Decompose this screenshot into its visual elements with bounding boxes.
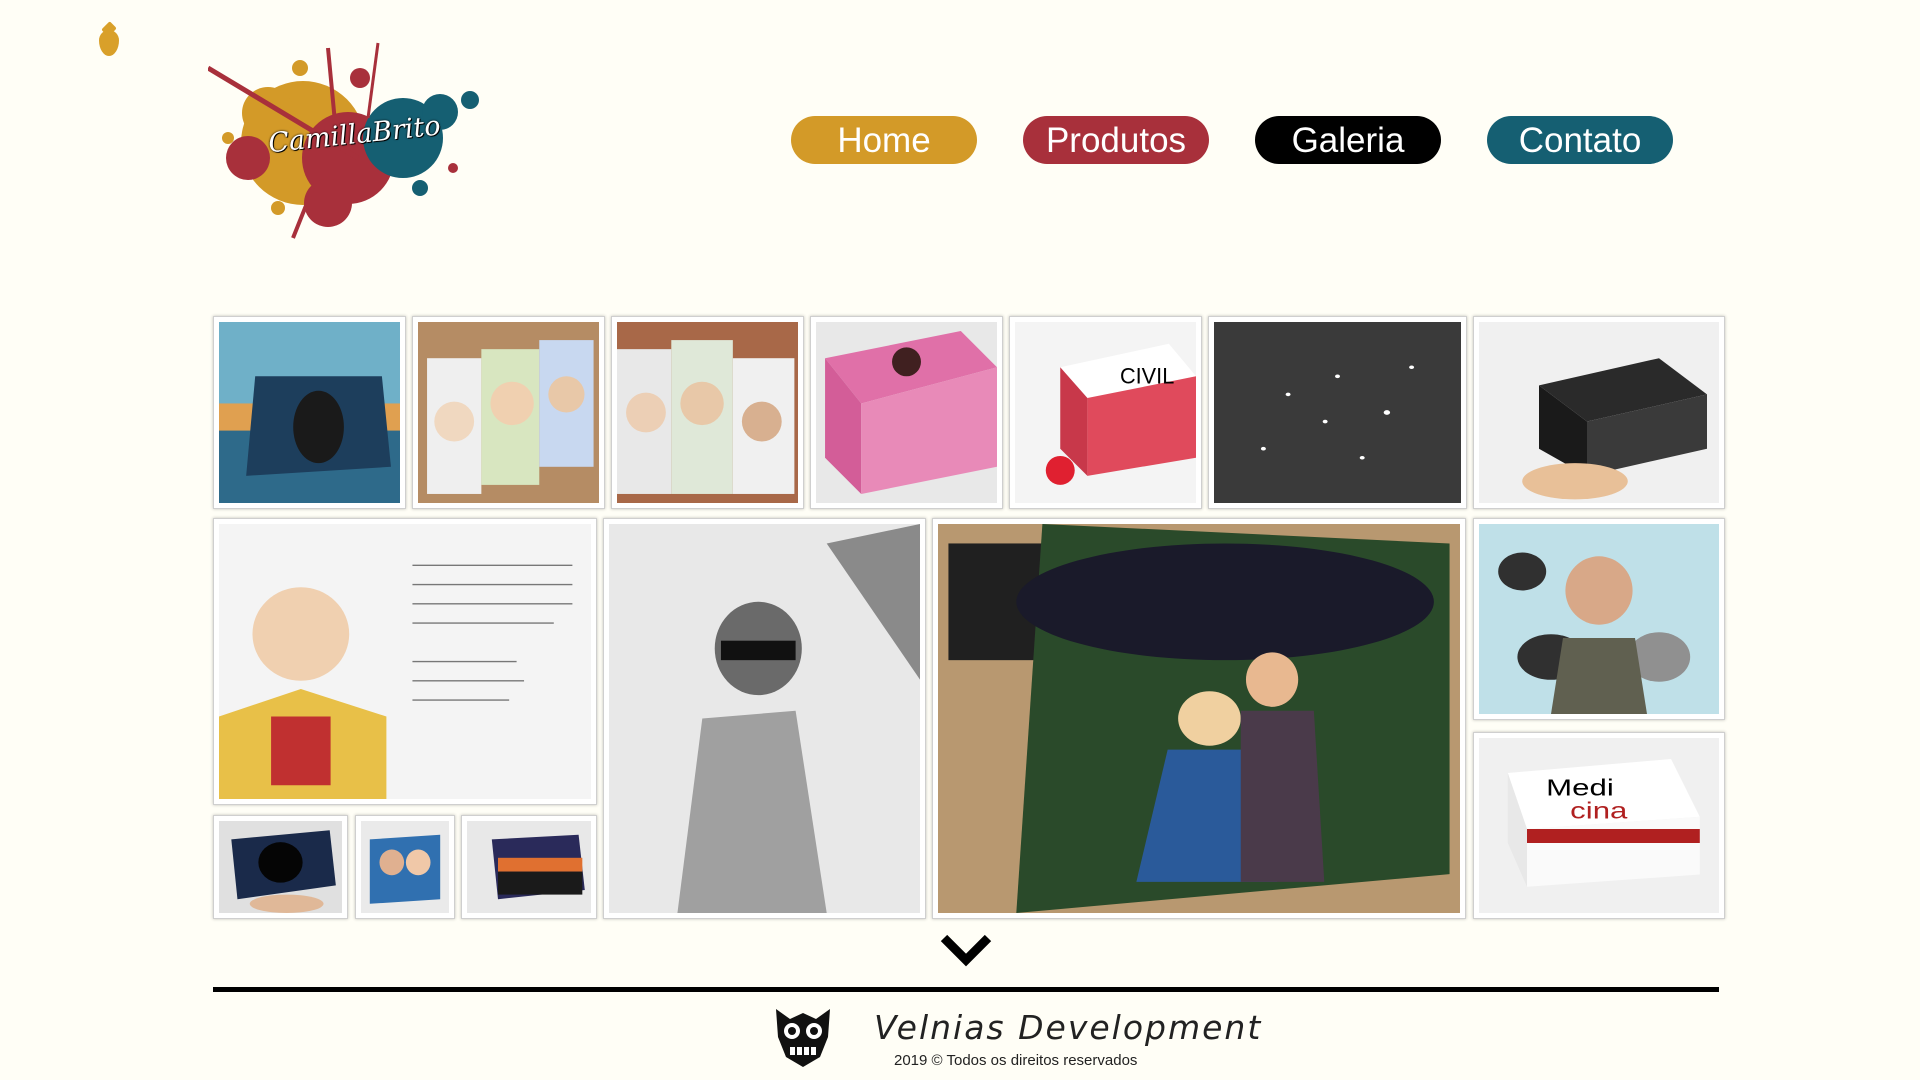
footer-brand: Velnias Development [874,1008,1263,1047]
nav-home-button[interactable]: Home [791,116,977,164]
nav-produtos-button[interactable]: Produtos [1023,116,1209,164]
owl-mask-icon [776,1009,830,1067]
nav-contato-button[interactable]: Contato [1487,116,1673,164]
gallery-tile-pencil-portrait[interactable] [603,518,926,919]
gallery-tile-couple-painting[interactable] [932,518,1466,919]
gallery-tile-direito-box[interactable] [1473,316,1725,509]
footer-copyright: 2019 © Todos os direitos reservados [894,1052,1138,1069]
gallery-tile-caricature-cards[interactable] [412,316,605,509]
gallery-tile-couple-box[interactable] [355,815,455,919]
gallery-tile-medicina-box[interactable]: Medi cina [1473,732,1725,919]
gallery-tile-pets-portrait[interactable] [1473,518,1725,720]
gallery-tile-night-sky[interactable] [1208,316,1467,509]
gallery-tile-vader-box[interactable] [213,815,348,919]
gallery-tile-pink-box[interactable] [810,316,1003,509]
nav-galeria-button[interactable]: Galeria [1255,116,1441,164]
gallery-tile-sunset-box[interactable] [461,815,597,919]
gallery-tile-beach-box[interactable] [213,316,406,509]
svg-text:cina: cina [1570,798,1628,824]
svg-text:CIVIL: CIVIL [1120,364,1174,389]
gallery-tile-priest-portrait[interactable] [213,518,597,805]
gallery-tile-family-cards[interactable] [611,316,804,509]
paint-drop-icon [99,30,119,56]
main-nav: Home Produtos Galeria Contato [0,116,1920,164]
gallery-tile-civil-box[interactable]: CIVIL [1009,316,1202,509]
chevron-down-icon[interactable] [940,932,992,968]
footer-divider [213,987,1719,992]
